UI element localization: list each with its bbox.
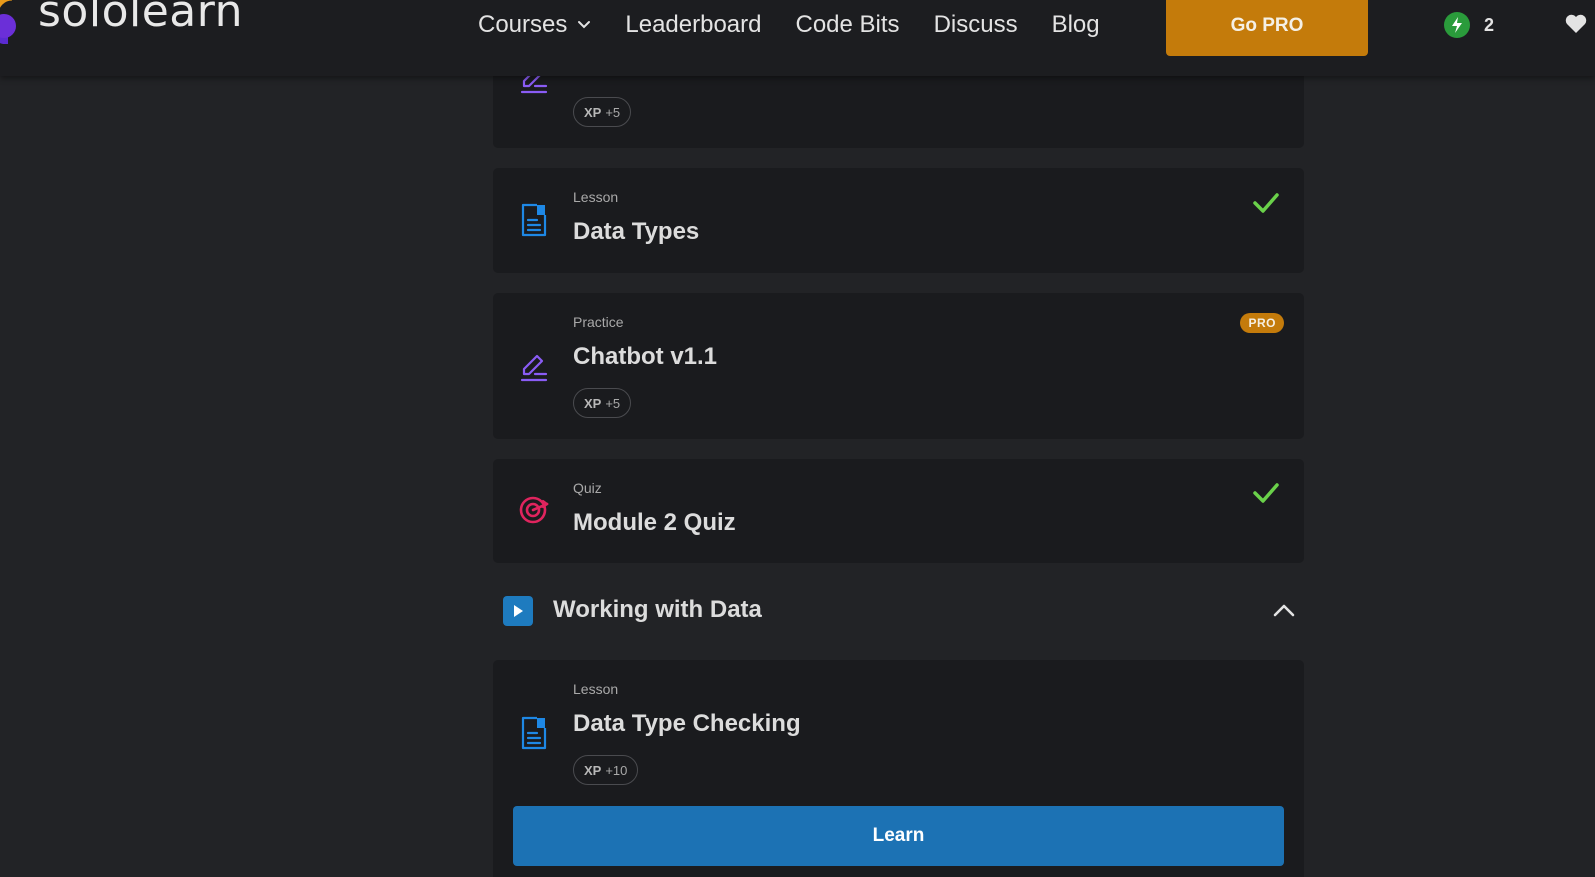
card-title: Module 2 Quiz [573, 509, 736, 536]
card-type: Lesson [573, 681, 619, 697]
nav-leaderboard-label: Leaderboard [625, 11, 762, 38]
module-header[interactable]: Working with Data [493, 566, 1304, 654]
lesson-card[interactable]: Lesson Data Type Checking XP +10 Learn [493, 660, 1304, 877]
lightning-icon [1444, 12, 1470, 38]
streak-count: 2 [1484, 14, 1495, 35]
chevron-down-icon [578, 21, 591, 29]
main-nav: Courses Leaderboard Code Bits Discuss Bl… [478, 0, 1134, 50]
xp-value: +5 [605, 104, 621, 120]
sololearn-logo-icon [0, 0, 16, 44]
chevron-up-icon[interactable] [1272, 602, 1296, 618]
xp-pill: XP +10 [573, 755, 639, 785]
document-icon [521, 203, 547, 237]
nav-blog-label: Blog [1051, 11, 1100, 38]
go-pro-button[interactable]: Go PRO [1166, 0, 1368, 56]
logo-text: sololearn [38, 0, 243, 37]
nav-courses-label: Courses [478, 11, 568, 38]
xp-label: XP [584, 762, 602, 778]
xp-pill: XP +5 [573, 97, 632, 127]
xp-pill: XP +5 [573, 388, 632, 418]
heart-icon[interactable] [1565, 14, 1587, 34]
streak-indicator[interactable]: 2 [1444, 12, 1494, 38]
target-icon [519, 496, 549, 524]
card-type: Lesson [573, 189, 619, 205]
check-icon [1253, 483, 1279, 503]
nav-leaderboard[interactable]: Leaderboard [625, 11, 761, 39]
nav-discuss[interactable]: Discuss [934, 11, 1018, 39]
card-title: Data Types [573, 218, 700, 245]
learn-button[interactable]: Learn [513, 806, 1284, 866]
card-title: Data Type Checking [573, 710, 801, 737]
pencil-icon [520, 354, 548, 382]
top-navbar: sololearn Courses Leaderboard Code Bits … [0, 0, 1595, 76]
play-icon [503, 596, 533, 626]
quiz-card[interactable]: Quiz Module 2 Quiz [493, 459, 1304, 563]
card-title: Chatbot v1.1 [573, 343, 718, 370]
module-title: Working with Data [553, 596, 762, 623]
document-icon [521, 716, 547, 750]
nav-courses[interactable]: Courses [478, 11, 591, 39]
check-icon [1253, 193, 1279, 213]
nav-code-bits[interactable]: Code Bits [796, 11, 900, 39]
nav-blog[interactable]: Blog [1052, 11, 1100, 39]
lesson-card[interactable]: Lesson Data Types [493, 168, 1304, 273]
nav-discuss-label: Discuss [933, 11, 1018, 38]
xp-label: XP [584, 104, 602, 120]
xp-label: XP [584, 395, 602, 411]
card-type: Practice [573, 314, 624, 330]
pro-badge: PRO [1240, 313, 1284, 333]
card-type: Quiz [573, 480, 602, 496]
xp-value: +5 [605, 395, 621, 411]
xp-value: +10 [605, 762, 628, 778]
nav-code-bits-label: Code Bits [795, 11, 900, 38]
practice-card[interactable]: Practice PRO Chatbot v1.1 XP +5 [493, 293, 1304, 439]
